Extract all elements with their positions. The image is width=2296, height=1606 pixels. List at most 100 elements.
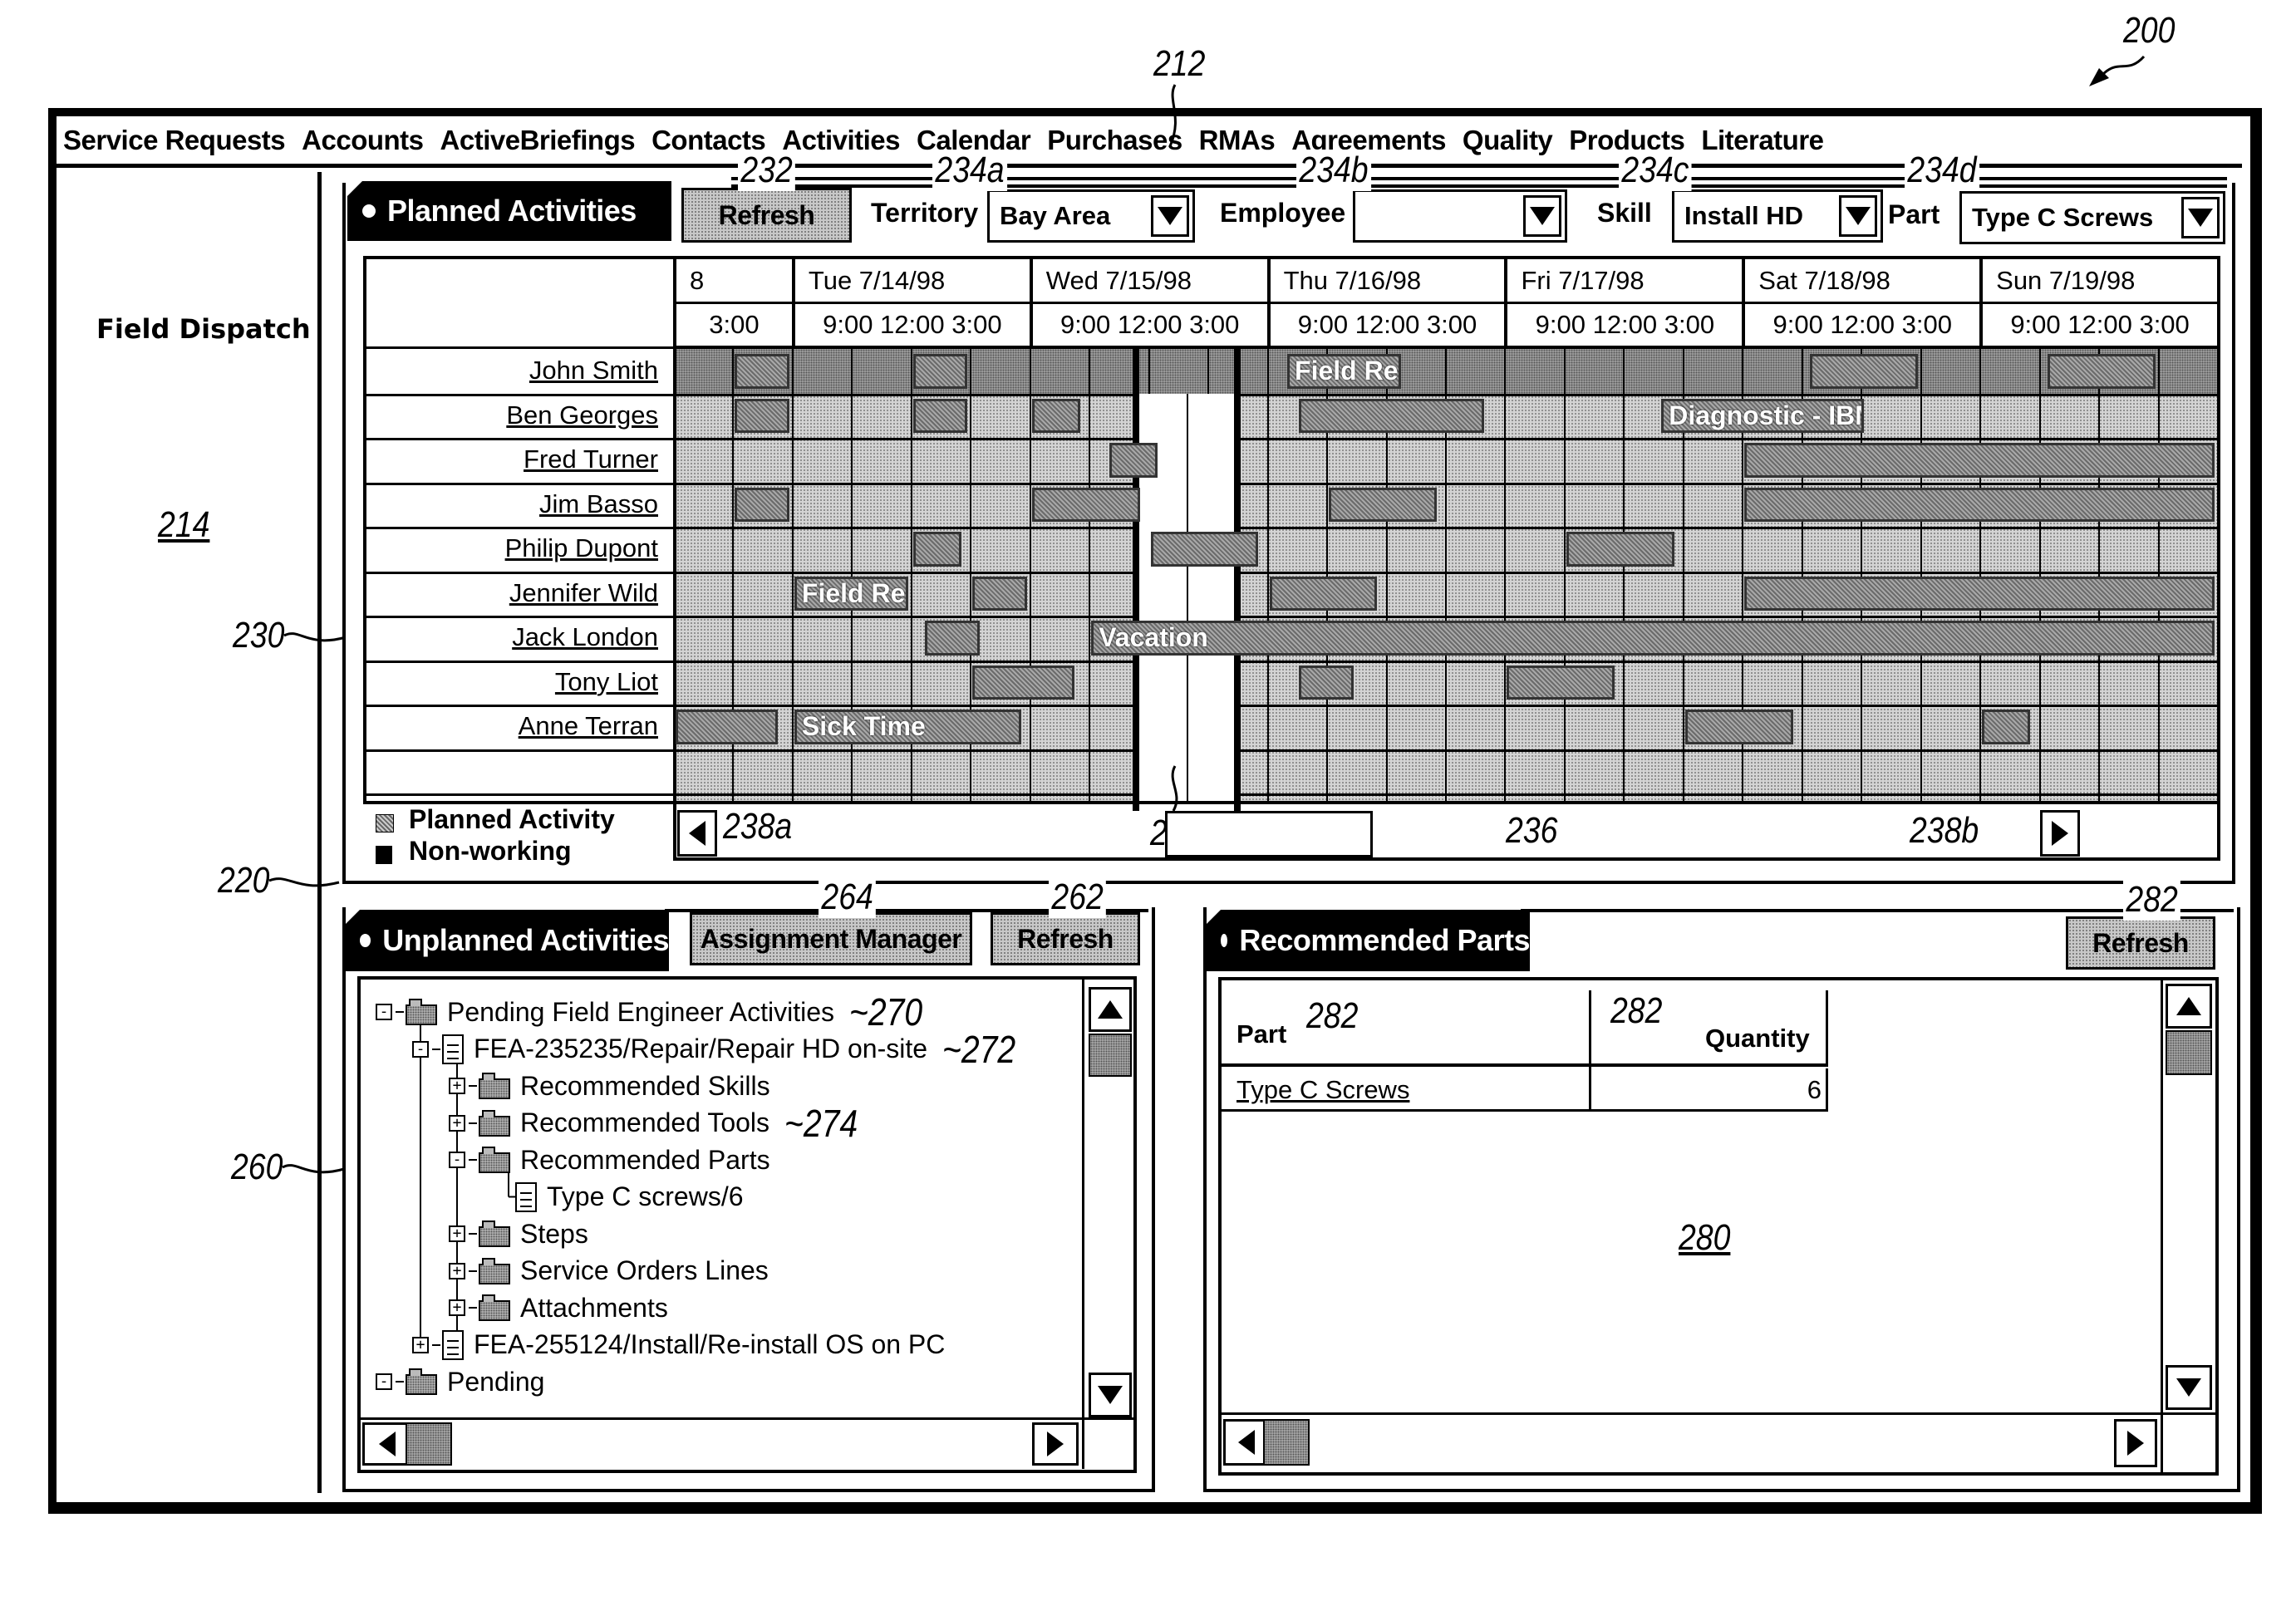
- assignment-manager-button[interactable]: Assignment Manager: [690, 912, 972, 965]
- planned-activity-block[interactable]: Sick Time: [794, 710, 1021, 744]
- planned-activity-block[interactable]: [735, 354, 789, 389]
- unplanned-activities-tab[interactable]: Unplanned Activities: [345, 910, 669, 971]
- employee-name-link[interactable]: Jim Basso: [366, 489, 673, 519]
- planned-activity-block[interactable]: [1744, 487, 2215, 522]
- planned-activity-block[interactable]: Vacation: [1091, 621, 2215, 656]
- collapse-icon[interactable]: -: [449, 1152, 465, 1168]
- sidebar-title[interactable]: Field Dispatch: [96, 313, 311, 345]
- chevron-down-icon[interactable]: [2181, 197, 2220, 238]
- employee-name-link[interactable]: Jennifer Wild: [366, 578, 673, 608]
- territory-select[interactable]: Bay Area: [987, 189, 1195, 243]
- planned-activity-block[interactable]: [676, 710, 778, 744]
- menu-item-service-requests[interactable]: Service Requests: [63, 125, 286, 156]
- employee-name-link[interactable]: John Smith: [366, 356, 673, 386]
- tree-item[interactable]: Type C screws/6: [485, 1181, 744, 1214]
- planned-activity-block[interactable]: [1982, 710, 2031, 744]
- chevron-down-icon[interactable]: [1151, 195, 1189, 237]
- parts-scroll-up-button[interactable]: [2166, 984, 2212, 1029]
- chevron-down-icon[interactable]: [1839, 195, 1877, 237]
- expand-icon[interactable]: +: [449, 1114, 465, 1132]
- scroll-left-button[interactable]: [677, 810, 717, 857]
- planned-activity-block[interactable]: [735, 487, 789, 522]
- part-cell-link[interactable]: Type C Screws: [1236, 1070, 1409, 1110]
- planned-activity-block[interactable]: [1329, 487, 1437, 522]
- scroll-right-button[interactable]: [2040, 810, 2080, 857]
- employee-name-link[interactable]: Tony Liot: [366, 667, 673, 697]
- parts-scroll-right-button[interactable]: [2114, 1419, 2157, 1467]
- expand-icon[interactable]: +: [449, 1225, 465, 1242]
- planned-activity-block[interactable]: Field Repair PCS: [1287, 354, 1401, 389]
- unplanned-refresh-button[interactable]: Refresh: [991, 912, 1140, 965]
- parts-scroll-down-button[interactable]: [2166, 1365, 2212, 1410]
- planned-activity-block[interactable]: [1744, 576, 2215, 611]
- planned-activity-block[interactable]: [1299, 665, 1354, 700]
- tree-item[interactable]: + Recommended Tools ~274: [449, 1102, 871, 1145]
- planned-activity-block[interactable]: [2047, 354, 2156, 389]
- collapse-icon[interactable]: -: [376, 1004, 392, 1020]
- planned-activity-block[interactable]: [912, 354, 968, 389]
- tree-item[interactable]: + Attachments: [449, 1291, 668, 1324]
- tree-item[interactable]: - FEA-235235/Repair/Repair HD on-site ~272: [412, 1028, 1029, 1071]
- tree-scroll-up-button[interactable]: [1089, 987, 1132, 1032]
- planned-activity-block[interactable]: [735, 398, 789, 433]
- part-select[interactable]: Type C Screws: [1959, 191, 2225, 244]
- schedule-horizontal-scrollbar[interactable]: [673, 804, 2220, 861]
- planned-activity-block[interactable]: Diagnostic - IBM: [1661, 398, 1865, 433]
- employee-name-link[interactable]: Anne Terran: [366, 711, 673, 741]
- planned-activity-block[interactable]: [972, 665, 1074, 700]
- planned-activity-block[interactable]: [1566, 532, 1674, 567]
- tree-item[interactable]: - Recommended Parts: [449, 1143, 770, 1176]
- planned-activity-block[interactable]: Field Rep: [794, 576, 908, 611]
- menu-item-activebriefings[interactable]: ActiveBriefings: [440, 125, 636, 156]
- parts-horizontal-scrollbar[interactable]: [1222, 1415, 2161, 1471]
- tree-scroll-right-button[interactable]: [1032, 1422, 1079, 1466]
- tree-vertical-thumb[interactable]: [1089, 1034, 1132, 1077]
- employee-name-link[interactable]: Fred Turner: [366, 444, 673, 474]
- expand-icon[interactable]: +: [412, 1336, 429, 1353]
- menu-item-purchases[interactable]: Purchases: [1047, 125, 1182, 156]
- tree-horizontal-scrollbar[interactable]: [361, 1420, 1082, 1470]
- parts-vertical-thumb[interactable]: [2166, 1030, 2212, 1075]
- collapse-icon[interactable]: -: [412, 1040, 429, 1058]
- tree-item[interactable]: + Recommended Skills: [449, 1069, 770, 1103]
- skill-select[interactable]: Install HD: [1672, 189, 1883, 243]
- tree-item[interactable]: + Service Orders Lines: [449, 1255, 769, 1288]
- schedule-scroll-thumb[interactable]: [1165, 811, 1373, 857]
- tree-scroll-down-button[interactable]: [1089, 1373, 1132, 1417]
- menu-item-literature[interactable]: Literature: [1701, 125, 1824, 156]
- tree-horizontal-thumb[interactable]: [406, 1422, 452, 1466]
- parts-refresh-button[interactable]: Refresh: [2066, 916, 2215, 970]
- collapse-icon[interactable]: -: [376, 1373, 392, 1390]
- planned-activity-block[interactable]: [972, 576, 1027, 611]
- menu-item-rmas[interactable]: RMAs: [1199, 125, 1276, 156]
- expand-icon[interactable]: +: [449, 1262, 465, 1279]
- menu-item-activities[interactable]: Activities: [782, 125, 900, 156]
- planned-activity-block[interactable]: [912, 398, 968, 433]
- planned-activity-block[interactable]: [1744, 443, 2215, 478]
- menu-item-quality[interactable]: Quality: [1463, 125, 1553, 156]
- employee-name-link[interactable]: Ben Georges: [366, 400, 673, 430]
- planned-activity-block[interactable]: [1109, 443, 1158, 478]
- planned-activity-block[interactable]: [1269, 576, 1378, 611]
- menu-item-accounts[interactable]: Accounts: [302, 125, 424, 156]
- planned-activity-block[interactable]: [1031, 398, 1081, 433]
- tree-scroll-left-button[interactable]: [362, 1422, 409, 1466]
- employee-select[interactable]: [1353, 189, 1567, 243]
- planned-activity-block[interactable]: [1031, 487, 1140, 522]
- planned-activity-block[interactable]: [1684, 710, 1793, 744]
- expand-icon[interactable]: +: [449, 1078, 465, 1094]
- employee-name-link[interactable]: Philip Dupont: [366, 533, 673, 563]
- tree-item[interactable]: - Pending Field Engineer Activities ~270: [376, 990, 936, 1034]
- quantity-column-header[interactable]: Quantity: [1705, 1009, 1810, 1068]
- chevron-down-icon[interactable]: [1523, 195, 1561, 237]
- parts-scroll-left-button[interactable]: [1223, 1419, 1266, 1466]
- planned-activity-block[interactable]: [1809, 354, 1918, 389]
- expand-icon[interactable]: +: [449, 1299, 465, 1316]
- part-column-header[interactable]: Part: [1236, 1005, 1286, 1063]
- planned-activity-block[interactable]: [1150, 532, 1259, 567]
- tree-item[interactable]: + Steps: [449, 1217, 588, 1250]
- planned-activity-block[interactable]: [1299, 398, 1485, 433]
- tree-item[interactable]: + FEA-255124/Install/Re-install OS on PC: [412, 1329, 945, 1362]
- planned-activity-block[interactable]: [912, 532, 962, 567]
- recommended-parts-tab[interactable]: Recommended Parts: [1206, 910, 1530, 971]
